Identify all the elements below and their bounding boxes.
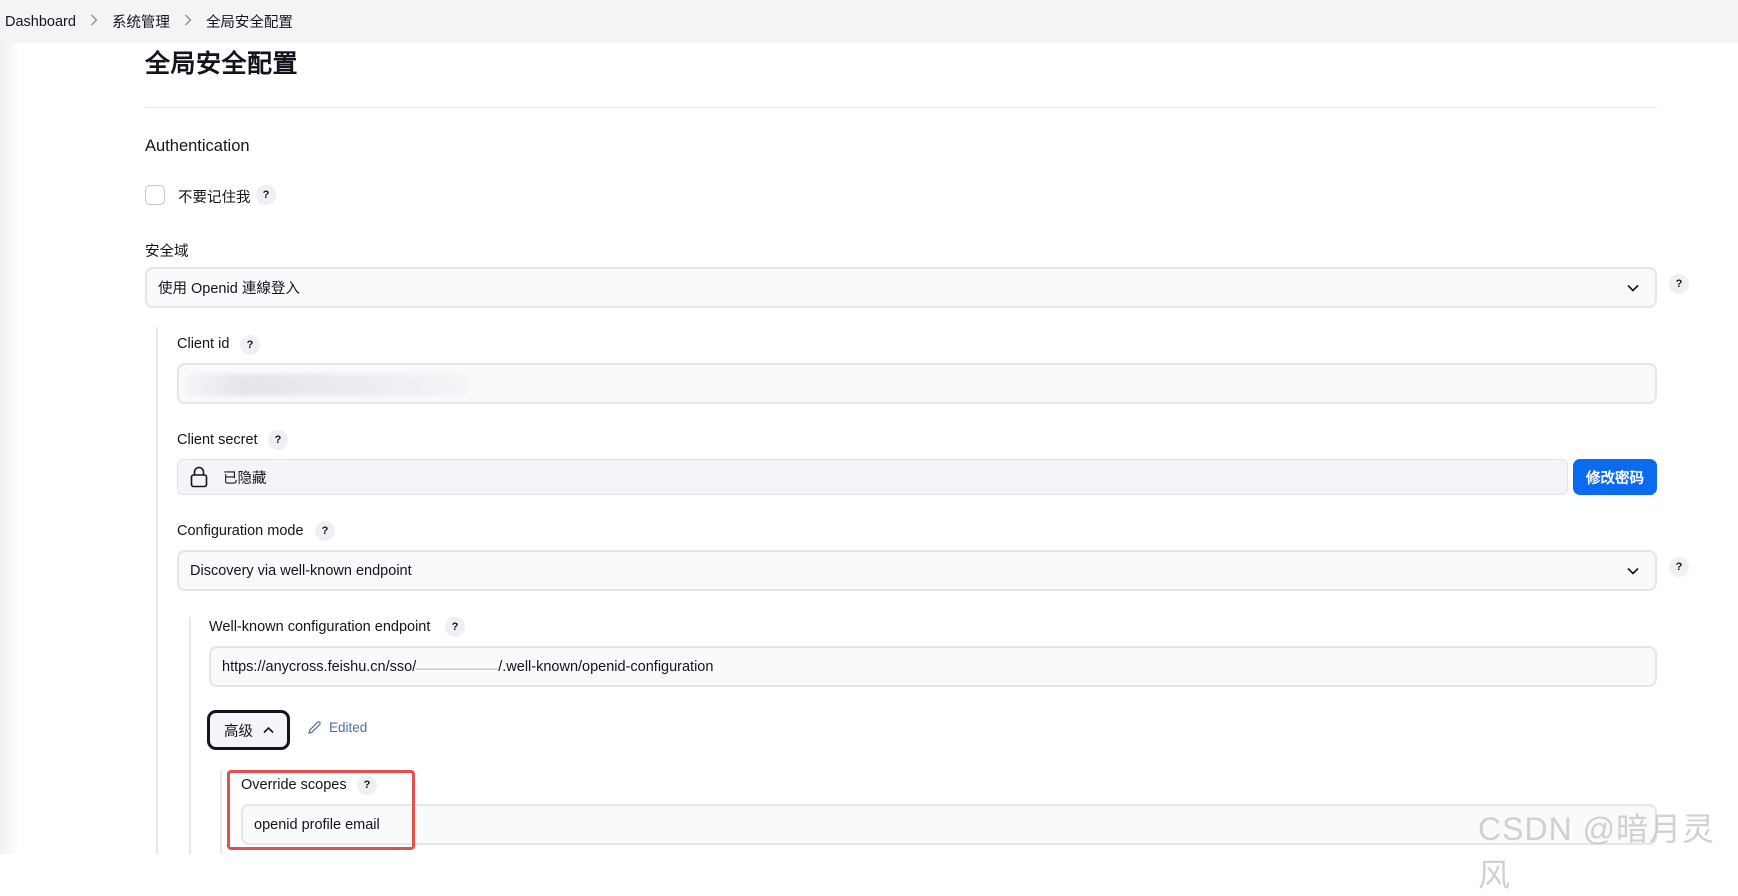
breadcrumb-item-manage[interactable]: 系统管理: [112, 11, 170, 32]
breadcrumb: Dashboard 系统管理 全局安全配置: [0, 0, 1738, 43]
remember-me-label: 不要记住我: [178, 190, 251, 206]
well-known-value-suffix: /.well-known/openid-configuration: [498, 658, 714, 675]
edited-label: Edited: [329, 720, 368, 735]
override-scopes-input[interactable]: openid profile email: [241, 804, 1657, 845]
advanced-label: 高级: [224, 723, 253, 740]
well-known-input[interactable]: https://anycross.feishu.cn/sso/ /.well-k…: [209, 646, 1657, 687]
redacted-value: [416, 659, 499, 674]
client-secret-label: Client secret: [177, 432, 258, 448]
help-icon[interactable]: ?: [445, 617, 465, 637]
left-edge-shade: [0, 43, 20, 854]
help-icon[interactable]: ?: [315, 521, 335, 541]
nested-section-rule: [189, 617, 191, 854]
breadcrumb-item-dashboard[interactable]: Dashboard: [5, 14, 76, 30]
chevron-down-icon: [1627, 284, 1639, 292]
chevron-down-icon: [1627, 567, 1639, 575]
page-title: 全局安全配置: [145, 50, 299, 78]
help-icon[interactable]: ?: [1669, 557, 1689, 577]
client-id-label: Client id: [177, 336, 230, 352]
pencil-icon: [308, 721, 321, 734]
advanced-toggle-button[interactable]: 高级: [207, 710, 290, 750]
security-realm-value: 使用 Openid 連線登入: [158, 281, 300, 297]
nested-section-rule: [156, 327, 158, 854]
chevron-right-icon: [184, 13, 192, 30]
well-known-label: Well-known configuration endpoint: [209, 619, 431, 635]
annotation-highlight-box: [227, 770, 415, 850]
configuration-mode-value: Discovery via well-known endpoint: [190, 562, 412, 579]
change-password-button[interactable]: 修改密码: [1573, 459, 1657, 495]
security-realm-select[interactable]: 使用 Openid 連線登入: [145, 267, 1657, 308]
edited-indicator: Edited: [307, 720, 367, 735]
section-heading-authentication: Authentication: [145, 137, 250, 155]
configuration-mode-select[interactable]: Discovery via well-known endpoint: [177, 550, 1657, 591]
chevron-right-icon: [90, 13, 98, 30]
help-icon[interactable]: ?: [240, 335, 260, 355]
security-realm-label: 安全域: [145, 244, 189, 260]
nested-section-rule: [220, 770, 222, 854]
well-known-value-prefix: https://anycross.feishu.cn/sso/: [222, 658, 417, 675]
breadcrumb-item-current: 全局安全配置: [205, 15, 293, 31]
divider: [145, 107, 1657, 108]
help-icon[interactable]: ?: [1669, 274, 1689, 294]
help-icon[interactable]: ?: [268, 430, 288, 450]
redacted-value: [185, 374, 470, 396]
help-icon[interactable]: ?: [256, 185, 276, 205]
watermark: CSDN @暗月灵风: [1478, 811, 1716, 893]
client-secret-value: 已隐藏: [223, 470, 267, 487]
chevron-up-icon: [263, 726, 274, 733]
remember-me-checkbox[interactable]: [145, 185, 165, 205]
client-secret-field: 已隐藏: [177, 459, 1568, 495]
configuration-mode-label: Configuration mode: [177, 523, 304, 539]
lock-icon: [190, 466, 208, 488]
